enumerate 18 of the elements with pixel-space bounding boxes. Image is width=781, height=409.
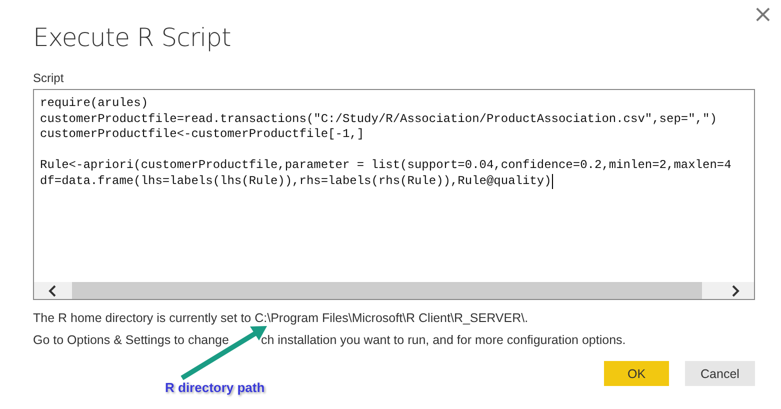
scroll-right-icon[interactable] [730, 284, 740, 296]
code-line: Rule<-apriori(customerProductfile,parameter = list(support=0.04,confidence=0.2,minlen=2,maxlen=4 [40, 158, 732, 174]
home-directory-text: The R home directory is currently set to C:\Program Files\Microsoft\R Client\R_SERVER\. [33, 310, 530, 326]
dialog-title: Execute R Script [33, 22, 232, 54]
code-line: customerProductfile=read.transactions("C:/Study/R/Association/ProductAssociation.csv",sep=",") [40, 112, 717, 127]
script-label: Script [33, 71, 65, 85]
scroll-left-icon[interactable] [48, 284, 58, 296]
code-line: df=data.frame(lhs=labels(lhs(Rule)),rhs=labels(rhs(Rule)),Rule@quality) [40, 174, 552, 189]
horizontal-scrollbar[interactable] [34, 282, 754, 299]
annotation-label: R directory path [165, 380, 265, 395]
script-editor[interactable] [33, 89, 755, 300]
code-line: customerProductfile<-customerProductfile[-1,] [40, 127, 364, 142]
cancel-button[interactable]: Cancel [685, 361, 755, 386]
options-text: Go to Options & Settings to change [33, 332, 229, 348]
code-line: require(arules) [40, 96, 148, 112]
close-button[interactable]: × [748, 2, 777, 26]
ok-button[interactable]: OK [604, 361, 669, 386]
options-text: ch installation you want to run, and for more configuration options. [260, 332, 626, 348]
